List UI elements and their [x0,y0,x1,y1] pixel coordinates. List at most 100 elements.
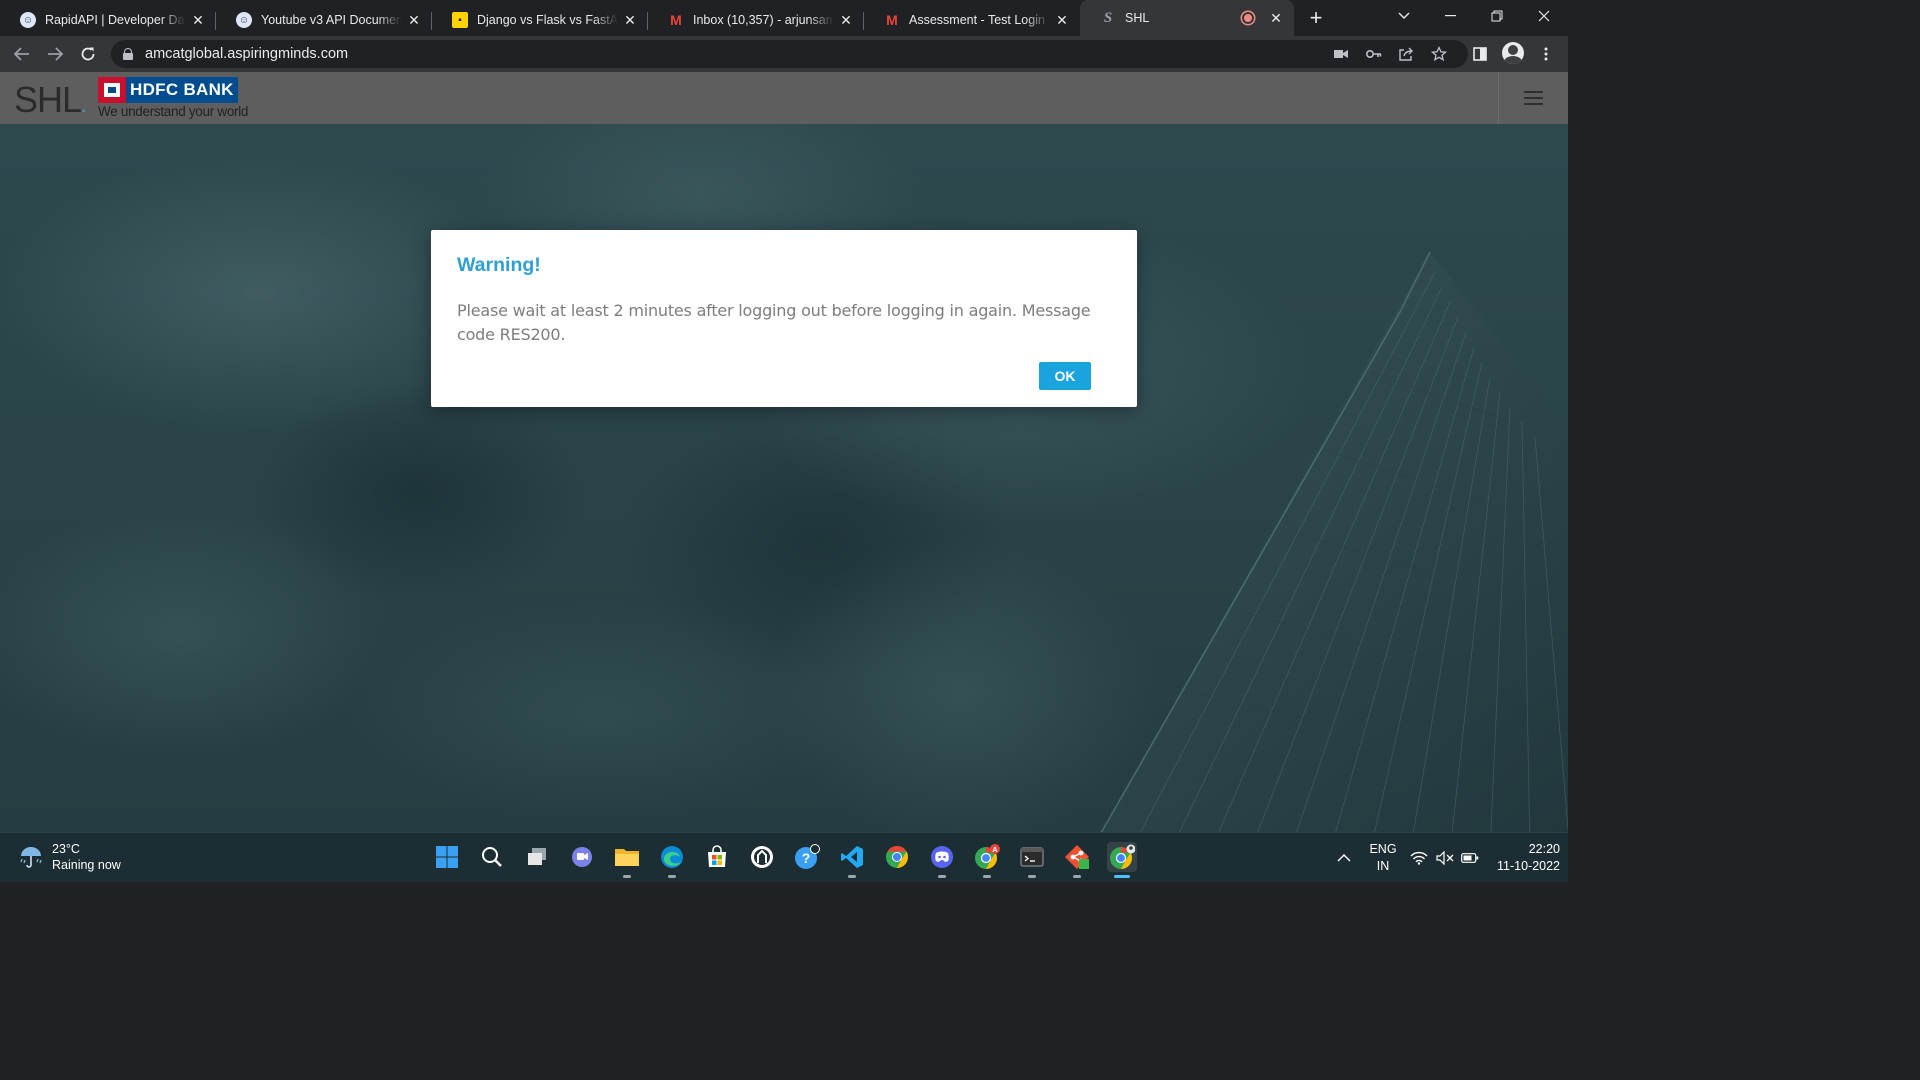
back-button[interactable] [8,40,36,68]
close-tab-icon[interactable]: ✕ [1268,10,1284,26]
battery-icon[interactable] [1461,833,1479,883]
dialog-title: Warning! [457,254,541,276]
store-icon [708,845,726,867]
teams-chat-button[interactable] [567,842,597,872]
file-explorer-button[interactable] [612,842,642,878]
share-icon[interactable] [1393,40,1419,68]
chrome-active-button[interactable] [1107,842,1137,878]
browser-menu-icon[interactable] [1533,40,1559,68]
running-indicator [848,875,856,878]
warning-dialog: Warning! Please wait at least 2 minutes … [431,230,1137,407]
close-window-button[interactable] [1521,0,1567,32]
github-desktop-button[interactable] [747,842,777,872]
chrome-button[interactable] [882,842,912,872]
clock[interactable]: 22:20 11-10-2022 [1486,841,1560,875]
clock-time: 22:20 [1528,842,1560,856]
tab-gmail-inbox[interactable]: M Inbox (10,357) - arjunsamra ✕ [648,4,864,36]
task-view-button[interactable] [522,842,552,872]
page-content: SHL. HDFC BANK We understand your world … [0,72,1568,832]
tab-title: Inbox (10,357) - arjunsamra [693,13,834,27]
search-icon [482,847,502,867]
start-button[interactable] [432,842,462,872]
edge-icon [661,846,683,868]
camera-in-use-icon[interactable] [1328,40,1354,68]
weather-widget[interactable]: 23°C Raining now [18,841,121,873]
tab-youtube-api-docs[interactable]: ☺ Youtube v3 API Documentation ✕ [216,4,432,36]
close-tab-icon[interactable]: ✕ [190,12,206,28]
weather-temperature: 23°C [52,842,80,856]
help-icon: ? [795,844,820,869]
lock-icon[interactable] [123,48,133,60]
forward-button[interactable] [41,40,69,68]
running-indicator [938,875,946,878]
new-tab-button[interactable]: + [1303,5,1329,30]
rapidapi-icon: ☺ [236,12,252,28]
shl-logo-text: SHL [14,79,82,120]
profile-avatar[interactable] [1502,42,1524,64]
running-indicator [1114,875,1130,878]
tray-overflow-icon[interactable] [1336,833,1352,883]
recording-indicator-icon [1242,12,1254,24]
shl-logo: SHL. [14,79,87,120]
side-panel-icon[interactable] [1467,40,1493,68]
key-icon[interactable] [1361,40,1387,68]
address-bar[interactable]: amcatglobal.aspiringminds.com [111,40,1468,68]
volume-muted-icon[interactable] [1436,833,1454,883]
tab-title: SHL [1125,11,1150,25]
chat-icon [572,847,592,867]
running-indicator [623,875,631,878]
shl-icon: S [1103,9,1113,26]
running-indicator [983,875,991,878]
quick-assist-button[interactable]: ? [792,842,822,872]
umbrella-rain-icon [18,844,44,870]
close-tab-icon[interactable]: ✕ [622,12,638,28]
building-background-image [1100,251,1568,832]
reload-button[interactable] [74,40,102,68]
search-button[interactable] [477,842,507,872]
wifi-icon[interactable] [1410,833,1428,883]
microsoft-store-button[interactable] [702,842,732,872]
running-indicator [1028,875,1036,878]
chrome-profile-button[interactable]: A [972,842,1002,878]
task-view-icon [528,848,546,865]
language-indicator[interactable]: ENG IN [1367,841,1399,875]
tab-title: Youtube v3 API Documentation [261,13,402,27]
site-header: SHL. HDFC BANK We understand your world [0,72,1568,124]
svg-text:?: ? [802,850,811,866]
minimize-button[interactable] [1427,0,1473,32]
browser-tab-strip: ☺ RapidAPI | Developer Dashboard ✕ ☺ You… [0,0,1568,36]
hdfc-bank-name: HDFC BANK [126,77,238,103]
terminal-icon [1020,847,1044,867]
tab-django-flask-fastapi[interactable]: ▪ Django vs Flask vs FastAPI - ✕ [432,4,648,36]
hamburger-menu-icon[interactable] [1498,72,1568,124]
git-button[interactable] [1062,842,1092,878]
vscode-button[interactable] [837,842,867,878]
svg-text:A: A [992,845,998,854]
ok-button[interactable]: OK [1039,362,1091,390]
django-icon: ▪ [452,12,468,28]
close-tab-icon[interactable]: ✕ [838,12,854,28]
running-indicator [668,875,676,878]
close-tab-icon[interactable]: ✕ [406,12,422,28]
region-code: IN [1376,859,1390,873]
chrome-profile-icon: A [975,844,1000,869]
folder-icon [615,849,639,866]
tab-title: Assessment - Test Login Details [909,13,1050,27]
rapidapi-icon: ☺ [20,12,36,28]
tab-search-icon[interactable] [1381,0,1427,32]
bookmark-star-icon[interactable] [1426,40,1452,68]
tab-shl-active[interactable]: S SHL ✕ [1080,0,1294,36]
dialog-message: Please wait at least 2 minutes after log… [457,301,1091,344]
terminal-button[interactable] [1017,842,1047,878]
git-icon [1065,845,1089,869]
github-desktop-icon [751,846,773,868]
discord-button[interactable] [927,842,957,878]
tab-title: Django vs Flask vs FastAPI - [477,13,618,27]
tab-gmail-assessment[interactable]: M Assessment - Test Login Details ✕ [864,4,1080,36]
restore-button[interactable] [1474,0,1520,32]
close-tab-icon[interactable]: ✕ [1054,12,1070,28]
browser-toolbar: amcatglobal.aspiringminds.com [0,36,1568,72]
edge-button[interactable] [657,842,687,878]
tab-rapidapi-dashboard[interactable]: ☺ RapidAPI | Developer Dashboard ✕ [0,4,216,36]
hdfc-tagline: We understand your world [98,104,249,119]
